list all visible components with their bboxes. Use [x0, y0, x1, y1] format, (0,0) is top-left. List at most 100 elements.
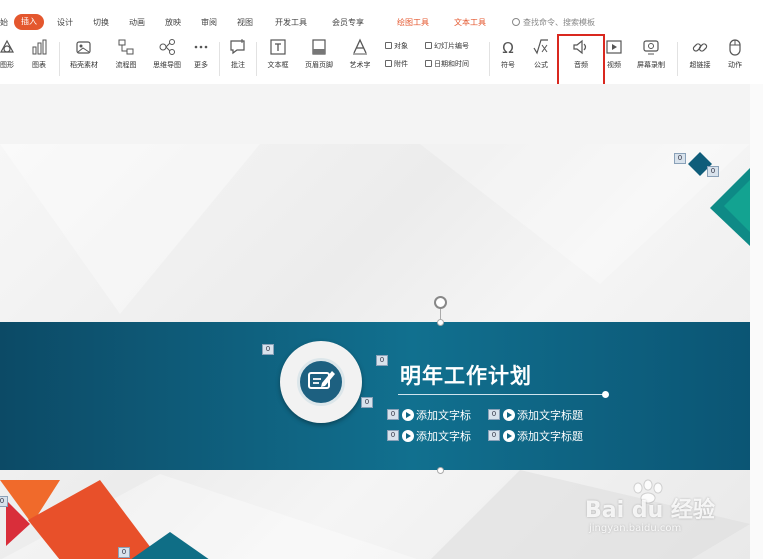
shape-button[interactable]: 图形	[0, 38, 20, 78]
more-icon	[188, 38, 214, 58]
play-circle-icon	[503, 409, 515, 421]
formula-icon	[527, 38, 555, 58]
edit-document-icon	[308, 371, 335, 389]
chart-button[interactable]: 图表	[24, 38, 54, 78]
screen-record-button[interactable]: 屏幕录制	[630, 38, 672, 78]
omega-icon: Ω	[494, 38, 522, 58]
ribbon-toolbar: 图形 图表 稻壳素材 流程图 思维导图 更多 批注 文本框 页眉页脚 艺术字 对…	[0, 34, 763, 84]
rotate-handle-icon[interactable]	[434, 296, 447, 309]
title-banner	[0, 322, 750, 470]
comment-icon	[225, 38, 251, 58]
header-footer-button[interactable]: 页眉页脚	[300, 38, 338, 78]
placeholder-badge: 0	[0, 496, 8, 507]
paperclip-icon	[385, 60, 392, 67]
ribbon-divider	[256, 42, 257, 76]
title-underline	[398, 394, 605, 395]
ribbon-divider	[59, 42, 60, 76]
subtitle-item-text: 添加文字标	[416, 430, 471, 443]
subtitle-item[interactable]: 添加文字标题	[503, 428, 583, 444]
mindmap-label: 思维导图	[153, 61, 181, 69]
command-search[interactable]: 查找命令、搜索模板	[512, 17, 595, 28]
placeholder-badge: 0	[376, 355, 388, 366]
search-icon	[512, 18, 520, 26]
attachment-button[interactable]: 附件	[385, 59, 408, 69]
materials-button[interactable]: 稻壳素材	[64, 38, 104, 78]
mindmap-icon	[147, 38, 187, 58]
tab-text-tools[interactable]: 文本工具	[454, 17, 486, 28]
video-icon	[602, 38, 626, 58]
hyperlink-button[interactable]: 超链接	[682, 38, 718, 78]
hyperlink-label: 超链接	[689, 61, 711, 69]
header-footer-icon	[300, 38, 338, 58]
link-icon	[682, 38, 718, 58]
placeholder-badge: 0	[707, 166, 719, 177]
tab-animation[interactable]: 动画	[129, 17, 145, 28]
subtitle-item-text: 添加文字标题	[517, 409, 583, 422]
subtitle-item-text: 添加文字标题	[517, 430, 583, 443]
svg-text:Ω: Ω	[502, 39, 513, 56]
calendar-icon	[425, 60, 432, 67]
screen-record-icon	[630, 38, 672, 58]
symbol-button[interactable]: Ω 符号	[494, 38, 522, 78]
tab-review[interactable]: 审阅	[201, 17, 217, 28]
placeholder-badge: 0	[488, 430, 500, 441]
tab-start[interactable]: 始	[0, 17, 8, 28]
slide-number-icon	[425, 42, 432, 49]
subtitle-item[interactable]: 添加文字标题	[503, 407, 583, 423]
comment-button[interactable]: 批注	[225, 38, 251, 78]
audio-highlight-box	[557, 34, 605, 86]
mouse-icon	[722, 38, 748, 58]
textbox-label: 文本框	[267, 61, 289, 69]
tab-transition[interactable]: 切换	[93, 17, 109, 28]
textbox-icon	[260, 38, 296, 58]
slide-number-label: 幻灯片编号	[434, 42, 469, 50]
materials-label: 稻壳素材	[70, 61, 98, 69]
corner-decoration-bottom-left	[0, 480, 209, 559]
ribbon-divider	[677, 42, 678, 76]
tab-drawing-tools[interactable]: 绘图工具	[397, 17, 429, 28]
subtitle-item[interactable]: 添加文字标	[402, 407, 471, 423]
datetime-label: 日期和时间	[434, 60, 469, 68]
flowchart-button[interactable]: 流程图	[108, 38, 144, 78]
comment-label: 批注	[231, 61, 245, 69]
tab-insert[interactable]: 插入	[14, 14, 44, 30]
icon-circle	[297, 358, 345, 406]
screen-record-label: 屏幕录制	[637, 61, 665, 69]
placeholder-badge: 0	[387, 409, 399, 420]
resize-handle-top[interactable]	[437, 319, 444, 326]
tab-design[interactable]: 设计	[57, 17, 73, 28]
slide-number-button[interactable]: 幻灯片编号	[425, 41, 469, 51]
tab-slideshow[interactable]: 放映	[165, 17, 181, 28]
placeholder-badge: 0	[262, 344, 274, 355]
flowchart-icon	[108, 38, 144, 58]
datetime-button[interactable]: 日期和时间	[425, 59, 469, 69]
formula-button[interactable]: 公式	[527, 38, 555, 78]
slide-title[interactable]: 明年工作计划	[400, 360, 532, 390]
ribbon-divider	[219, 42, 220, 76]
corner-decoration-top-right	[688, 152, 750, 246]
watermark-url: jingyan.baidu.com	[589, 523, 682, 534]
action-label: 动作	[728, 61, 742, 69]
flowchart-label: 流程图	[115, 61, 137, 69]
placeholder-badge: 0	[674, 153, 686, 164]
play-circle-icon	[402, 430, 414, 442]
tab-developer[interactable]: 开发工具	[275, 17, 307, 28]
wordart-button[interactable]: 艺术字	[343, 38, 377, 78]
mindmap-button[interactable]: 思维导图	[147, 38, 187, 78]
tab-member[interactable]: 会员专享	[332, 17, 364, 28]
watermark-brand: Bai du 经验	[585, 498, 715, 523]
wordart-icon	[343, 38, 377, 58]
video-button[interactable]: 视频	[602, 38, 626, 78]
more-button[interactable]: 更多	[188, 38, 214, 78]
ribbon-divider	[489, 42, 490, 76]
shape-icon	[0, 38, 20, 58]
textbox-button[interactable]: 文本框	[260, 38, 296, 78]
attachment-label: 附件	[394, 60, 408, 68]
action-button[interactable]: 动作	[722, 38, 748, 78]
placeholder-badge: 0	[361, 397, 373, 408]
search-placeholder: 查找命令、搜索模板	[523, 18, 595, 27]
resize-handle-bottom[interactable]	[437, 467, 444, 474]
tab-view[interactable]: 视图	[237, 17, 253, 28]
subtitle-item[interactable]: 添加文字标	[402, 428, 471, 444]
object-button[interactable]: 对象	[385, 41, 408, 51]
